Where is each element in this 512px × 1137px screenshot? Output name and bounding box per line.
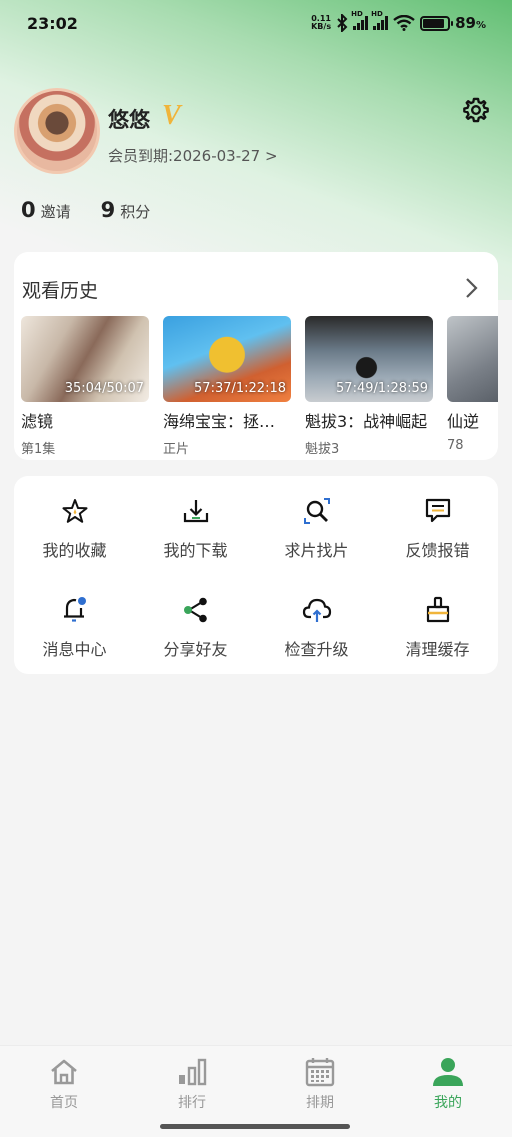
- menu-item-favorites[interactable]: 我的收藏: [14, 476, 135, 575]
- avatar[interactable]: [14, 88, 100, 174]
- battery-value: 89: [455, 14, 476, 32]
- wifi-icon: [393, 15, 415, 31]
- history-thumbnail: 57:37/1:22:18: [163, 316, 291, 402]
- history-item[interactable]: 35:04/50:07 滤镜 第1集: [21, 316, 149, 457]
- bluetooth-icon: [337, 14, 348, 32]
- menu-item-feedback[interactable]: 反馈报错: [377, 476, 498, 575]
- status-bar: 23:02 0.11 KB/s HD HD 89%: [0, 0, 512, 46]
- broom-icon: [426, 596, 449, 623]
- battery-fill: [423, 18, 445, 28]
- points-count: 9: [100, 198, 116, 222]
- feature-menu-grid: 我的收藏 我的下载 求片找片 反馈报错 消息中心 分享好友 检查升级 清理缓存: [14, 476, 498, 674]
- calendar-icon: [305, 1058, 335, 1087]
- menu-label: 分享好友: [163, 640, 228, 659]
- gear-icon[interactable]: [462, 96, 490, 124]
- tab-home[interactable]: 首页: [0, 1046, 128, 1137]
- history-item-title: 魁拔3：战神崛起: [305, 412, 428, 431]
- feature-menu-card: 我的收藏 我的下载 求片找片 反馈报错 消息中心 分享好友 检查升级 清理缓存: [14, 476, 498, 674]
- history-item[interactable]: 57:37/1:22:18 海绵宝宝：拯… 正片: [163, 316, 291, 457]
- net-speed: 0.11 KB/s: [311, 15, 331, 31]
- history-progress-time: 57:37/1:22:18: [194, 381, 286, 396]
- invite-label: 邀请: [40, 203, 71, 221]
- net-speed-unit: KB/s: [311, 22, 332, 31]
- rank-icon: [179, 1058, 207, 1086]
- history-progress-time: 57:49/1:28:59: [336, 381, 428, 396]
- sim2-hd-label: HD: [371, 10, 383, 18]
- tab-mine[interactable]: 我的: [384, 1046, 512, 1137]
- username[interactable]: 悠悠: [108, 104, 150, 134]
- status-icons: 0.11 KB/s HD HD 89%: [311, 10, 486, 32]
- history-item-title: 滤镜: [21, 412, 54, 431]
- battery-percent: 89%: [455, 14, 486, 32]
- invite-count: 0: [21, 198, 36, 222]
- cloud-upload-icon: [302, 598, 331, 622]
- home-indicator[interactable]: [160, 1124, 350, 1129]
- history-item[interactable]: 57:49/1:28:59 魁拔3：战神崛起 魁拔3: [305, 316, 433, 457]
- history-list: 35:04/50:07 滤镜 第1集 57:37/1:22:18 海绵宝宝：拯……: [21, 316, 498, 457]
- search-icon: [303, 498, 330, 524]
- history-thumbnail: 35:04/50:07: [21, 316, 149, 402]
- share-icon: [183, 597, 207, 623]
- menu-item-messages[interactable]: 消息中心: [14, 575, 135, 674]
- star-icon: [62, 499, 87, 523]
- history-thumbnail: 57:49/1:28:59: [305, 316, 433, 402]
- history-item-subtitle: 78: [447, 438, 464, 453]
- battery-icon: [420, 15, 454, 31]
- download-icon: [183, 500, 208, 523]
- stats-row: 0 邀请 9 积分: [21, 198, 150, 222]
- chevron-right-icon[interactable]: [462, 276, 480, 300]
- member-expire-link[interactable]: 会员到期:2026-03-27 >: [108, 145, 278, 166]
- menu-label: 反馈报错: [405, 541, 470, 560]
- menu-label: 清理缓存: [405, 640, 470, 659]
- menu-item-clear-cache[interactable]: 清理缓存: [377, 575, 498, 674]
- tab-label: 我的: [434, 1095, 462, 1111]
- points-label: 积分: [120, 203, 151, 221]
- history-item-subtitle: 魁拔3: [305, 442, 340, 457]
- history-thumbnail: [447, 316, 498, 402]
- menu-label: 我的下载: [163, 541, 228, 560]
- history-progress-time: 35:04/50:07: [64, 381, 144, 396]
- points-stat[interactable]: 9 积分: [101, 198, 151, 222]
- home-icon: [51, 1059, 77, 1085]
- history-item-title: 仙逆: [447, 412, 480, 431]
- invite-stat[interactable]: 0 邀请: [21, 198, 71, 222]
- user-icon: [433, 1058, 463, 1086]
- feedback-icon: [425, 498, 450, 523]
- history-item-title: 海绵宝宝：拯…: [163, 412, 276, 431]
- tab-label: 排行: [178, 1095, 206, 1111]
- watch-history-card: 观看历史 35:04/50:07 滤镜 第1集 57:37/1:22:18 海绵…: [14, 252, 498, 460]
- sim1-hd-label: HD: [351, 10, 363, 18]
- menu-label: 求片找片: [284, 541, 349, 560]
- bell-icon: [63, 597, 86, 622]
- menu-label: 消息中心: [42, 640, 107, 659]
- history-item-subtitle: 第1集: [21, 442, 56, 457]
- tab-label: 首页: [50, 1095, 78, 1111]
- history-item[interactable]: 仙逆 78: [447, 316, 498, 457]
- menu-item-update[interactable]: 检查升级: [256, 575, 377, 674]
- status-time: 23:02: [27, 13, 78, 33]
- menu-label: 我的收藏: [42, 541, 107, 560]
- profile-header: 悠悠 V 会员到期:2026-03-27 >: [14, 88, 498, 178]
- history-item-subtitle: 正片: [163, 442, 190, 457]
- signal-sim1-icon: HD: [351, 10, 369, 30]
- menu-item-share[interactable]: 分享好友: [135, 575, 256, 674]
- history-title: 观看历史: [22, 280, 99, 302]
- tab-label: 排期: [306, 1095, 334, 1111]
- menu-item-request[interactable]: 求片找片: [256, 476, 377, 575]
- vip-badge: V: [162, 100, 181, 131]
- menu-item-downloads[interactable]: 我的下载: [135, 476, 256, 575]
- signal-sim2-icon: HD: [371, 10, 389, 30]
- battery-symbol: %: [475, 20, 486, 31]
- menu-label: 检查升级: [284, 640, 349, 659]
